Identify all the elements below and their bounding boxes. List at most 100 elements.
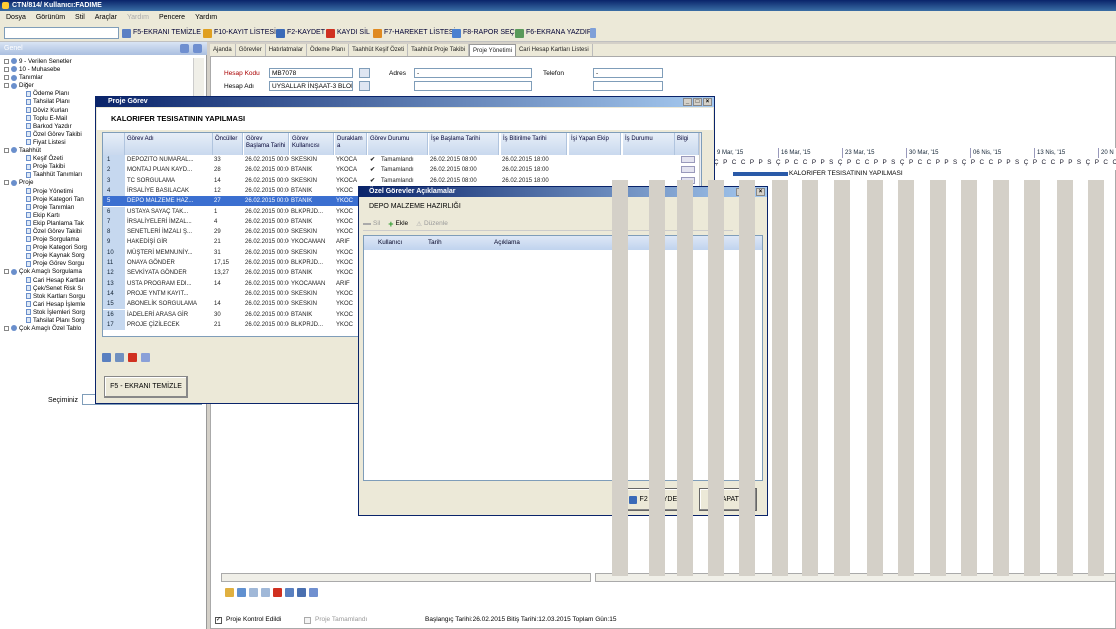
add-description-button[interactable]: + Ekle <box>388 219 408 229</box>
menu-item-1[interactable]: Görünüm <box>36 11 65 24</box>
edit-description-button[interactable]: ⚠ Düzenle <box>416 220 448 228</box>
task-row[interactable]: 1 DEPOZITO NUMARAL... 33 26.02.2015 00:00 SK… <box>103 155 701 166</box>
assign-users-icon[interactable] <box>102 353 111 362</box>
expand-toggle-icon[interactable] <box>4 325 9 331</box>
column-header-2[interactable]: Görev Başlama Tarihi <box>244 133 289 155</box>
close-icon[interactable]: × <box>756 188 765 196</box>
tree-item-label: Proje Tanımları <box>33 203 75 211</box>
column-kullanici[interactable]: Kullanıcı <box>378 239 402 246</box>
outdent-icon[interactable] <box>261 588 270 597</box>
column-tarih[interactable]: Tarih <box>428 239 442 246</box>
quick-search-input[interactable] <box>4 27 119 39</box>
toolbar-button-0[interactable]: F5-EKRANI TEMİZLE <box>122 27 201 39</box>
panel-collapse-icon[interactable] <box>180 44 189 53</box>
folder-icon[interactable] <box>225 588 234 597</box>
expand-toggle-icon[interactable] <box>4 180 9 186</box>
column-header-8[interactable]: İşi Yapan Ekip <box>569 133 621 155</box>
dropdown-arrow-icon[interactable] <box>590 28 596 38</box>
tree-item[interactable]: 10 - Muhasebe <box>2 66 192 74</box>
tree-item-label: Tanımlar <box>19 74 43 82</box>
tab-1[interactable]: Görevler <box>236 44 266 56</box>
delete-task-icon[interactable] <box>273 588 282 597</box>
menu-item-6[interactable]: Yardım <box>195 11 217 24</box>
tab-2[interactable]: Hatırlatmalar <box>266 44 308 56</box>
toolbar-button-5[interactable]: F8-RAPOR SEÇ <box>452 27 515 39</box>
menu-item-0[interactable]: Dosya <box>6 11 26 24</box>
delete-icon[interactable] <box>128 353 137 362</box>
proje-kontrol-label: Proje Kontrol Edildi <box>226 616 282 623</box>
notes-icon[interactable] <box>141 353 150 362</box>
column-header-10[interactable]: Bilgi <box>675 133 699 155</box>
hesap-adi-lookup-icon[interactable] <box>359 81 370 91</box>
column-header-7[interactable]: İş Bitirilme Tarihi <box>501 133 567 155</box>
column-header-1[interactable]: Öncüller <box>213 133 243 155</box>
adres-input-line2[interactable] <box>414 81 532 91</box>
toolbar-button-2[interactable]: F2-KAYDET <box>276 27 325 39</box>
clear-screen-button[interactable]: F5 - EKRANI TEMİZLE <box>104 376 188 398</box>
gantt-week-label: 06 Nis, '15 <box>970 148 1001 158</box>
toolbar-button-6[interactable]: F6-EKRANA YAZDIR <box>515 27 592 39</box>
column-header-5[interactable]: Görev Durumu <box>368 133 428 155</box>
zoom-icon[interactable] <box>309 588 318 597</box>
proje-kontrol-checkbox[interactable]: ✓ <box>215 617 222 624</box>
hesap-kodu-lookup-icon[interactable] <box>359 68 370 78</box>
users-icon[interactable] <box>285 588 294 597</box>
column-aciklama[interactable]: Açıklama <box>494 239 520 246</box>
tab-3[interactable]: Ödeme Planı <box>307 44 350 56</box>
tab-6[interactable]: Proje Yönetimi <box>469 44 516 56</box>
close-icon[interactable]: × <box>703 98 712 106</box>
hesap-adi-input[interactable]: UYSALLAR İNŞAAT-3 BLOI <box>269 81 353 91</box>
toolbar-button-3[interactable]: KAYDI SİL <box>326 27 370 39</box>
telefon-input[interactable]: - <box>593 68 663 78</box>
add-task-icon[interactable] <box>237 588 246 597</box>
cell-is-end: 26.02.2015 18:00 <box>502 157 549 163</box>
info-button-icon[interactable] <box>681 166 695 174</box>
expand-toggle-icon[interactable] <box>4 75 9 81</box>
column-header-4[interactable]: Duraklam a <box>335 133 367 155</box>
tab-0[interactable]: Ajanda <box>210 44 236 56</box>
tab-5[interactable]: Taahhüt Proje Takibi <box>408 44 470 56</box>
expand-toggle-icon[interactable] <box>4 83 9 89</box>
delete-description-button[interactable]: Sil <box>363 220 380 227</box>
adres-input[interactable]: - <box>414 68 532 78</box>
tree-item-label: Özel Görev Takibi <box>33 227 82 235</box>
menu-item-4[interactable]: Yardım <box>127 11 149 24</box>
tree-item[interactable]: Diğer <box>2 82 192 90</box>
toolbar-button-4[interactable]: F7-HAREKET LİSTESİ <box>373 27 455 39</box>
expand-toggle-icon[interactable] <box>4 147 9 153</box>
proje-tamamlandi-checkbox[interactable] <box>304 617 311 624</box>
panel-pin-icon[interactable] <box>193 44 202 53</box>
folder-group-icon <box>11 66 17 73</box>
tab-7[interactable]: Cari Hesap Kartları Listesi <box>516 44 593 56</box>
telefon-input-2[interactable] <box>593 81 663 91</box>
filter-icon[interactable] <box>115 353 124 362</box>
minimize-icon[interactable]: _ <box>683 98 692 106</box>
tree-item[interactable]: 9 - Verilen Senetler <box>2 58 192 66</box>
tree-item[interactable]: Tanımlar <box>2 74 192 82</box>
task-list-scrollbar[interactable] <box>221 573 591 582</box>
expand-toggle-icon[interactable] <box>4 58 9 64</box>
maximize-icon[interactable]: □ <box>693 98 702 106</box>
gantt-task-bar[interactable] <box>733 172 788 176</box>
menu-item-3[interactable]: Araçlar <box>95 11 117 24</box>
expand-toggle-icon[interactable] <box>4 269 9 275</box>
indent-icon[interactable] <box>249 588 258 597</box>
grid-icon[interactable] <box>297 588 306 597</box>
column-header-9[interactable]: İş Durumu <box>623 133 675 155</box>
hesap-kodu-input[interactable]: MB7078 <box>269 68 353 78</box>
cell-onc: 33 <box>214 157 221 163</box>
column-header-3[interactable]: Görev Kullanıcısı <box>290 133 334 155</box>
cell-is-start: 26.02.2015 08:00 <box>430 177 477 184</box>
tab-4[interactable]: Taahhüt Keşif Özeti <box>349 44 409 56</box>
hesap-adi-label: Hesap Adı <box>224 83 254 90</box>
document-icon <box>26 106 31 113</box>
menu-item-2[interactable]: Stil <box>75 11 85 24</box>
info-button-icon[interactable] <box>681 156 695 163</box>
column-header-0[interactable]: Görev Adı <box>125 133 213 155</box>
column-header-6[interactable]: İşe Başlama Tarihi <box>429 133 499 155</box>
expand-toggle-icon[interactable] <box>4 66 9 72</box>
menu-item-5[interactable]: Pencere <box>159 11 185 24</box>
task-row[interactable]: 2 MONTAJ PUAN KAYD... 28 26.02.2015 00:00 BT… <box>103 165 701 176</box>
document-icon <box>26 115 31 122</box>
toolbar-button-1[interactable]: F10-KAYIT LİSTESİ <box>203 27 276 39</box>
